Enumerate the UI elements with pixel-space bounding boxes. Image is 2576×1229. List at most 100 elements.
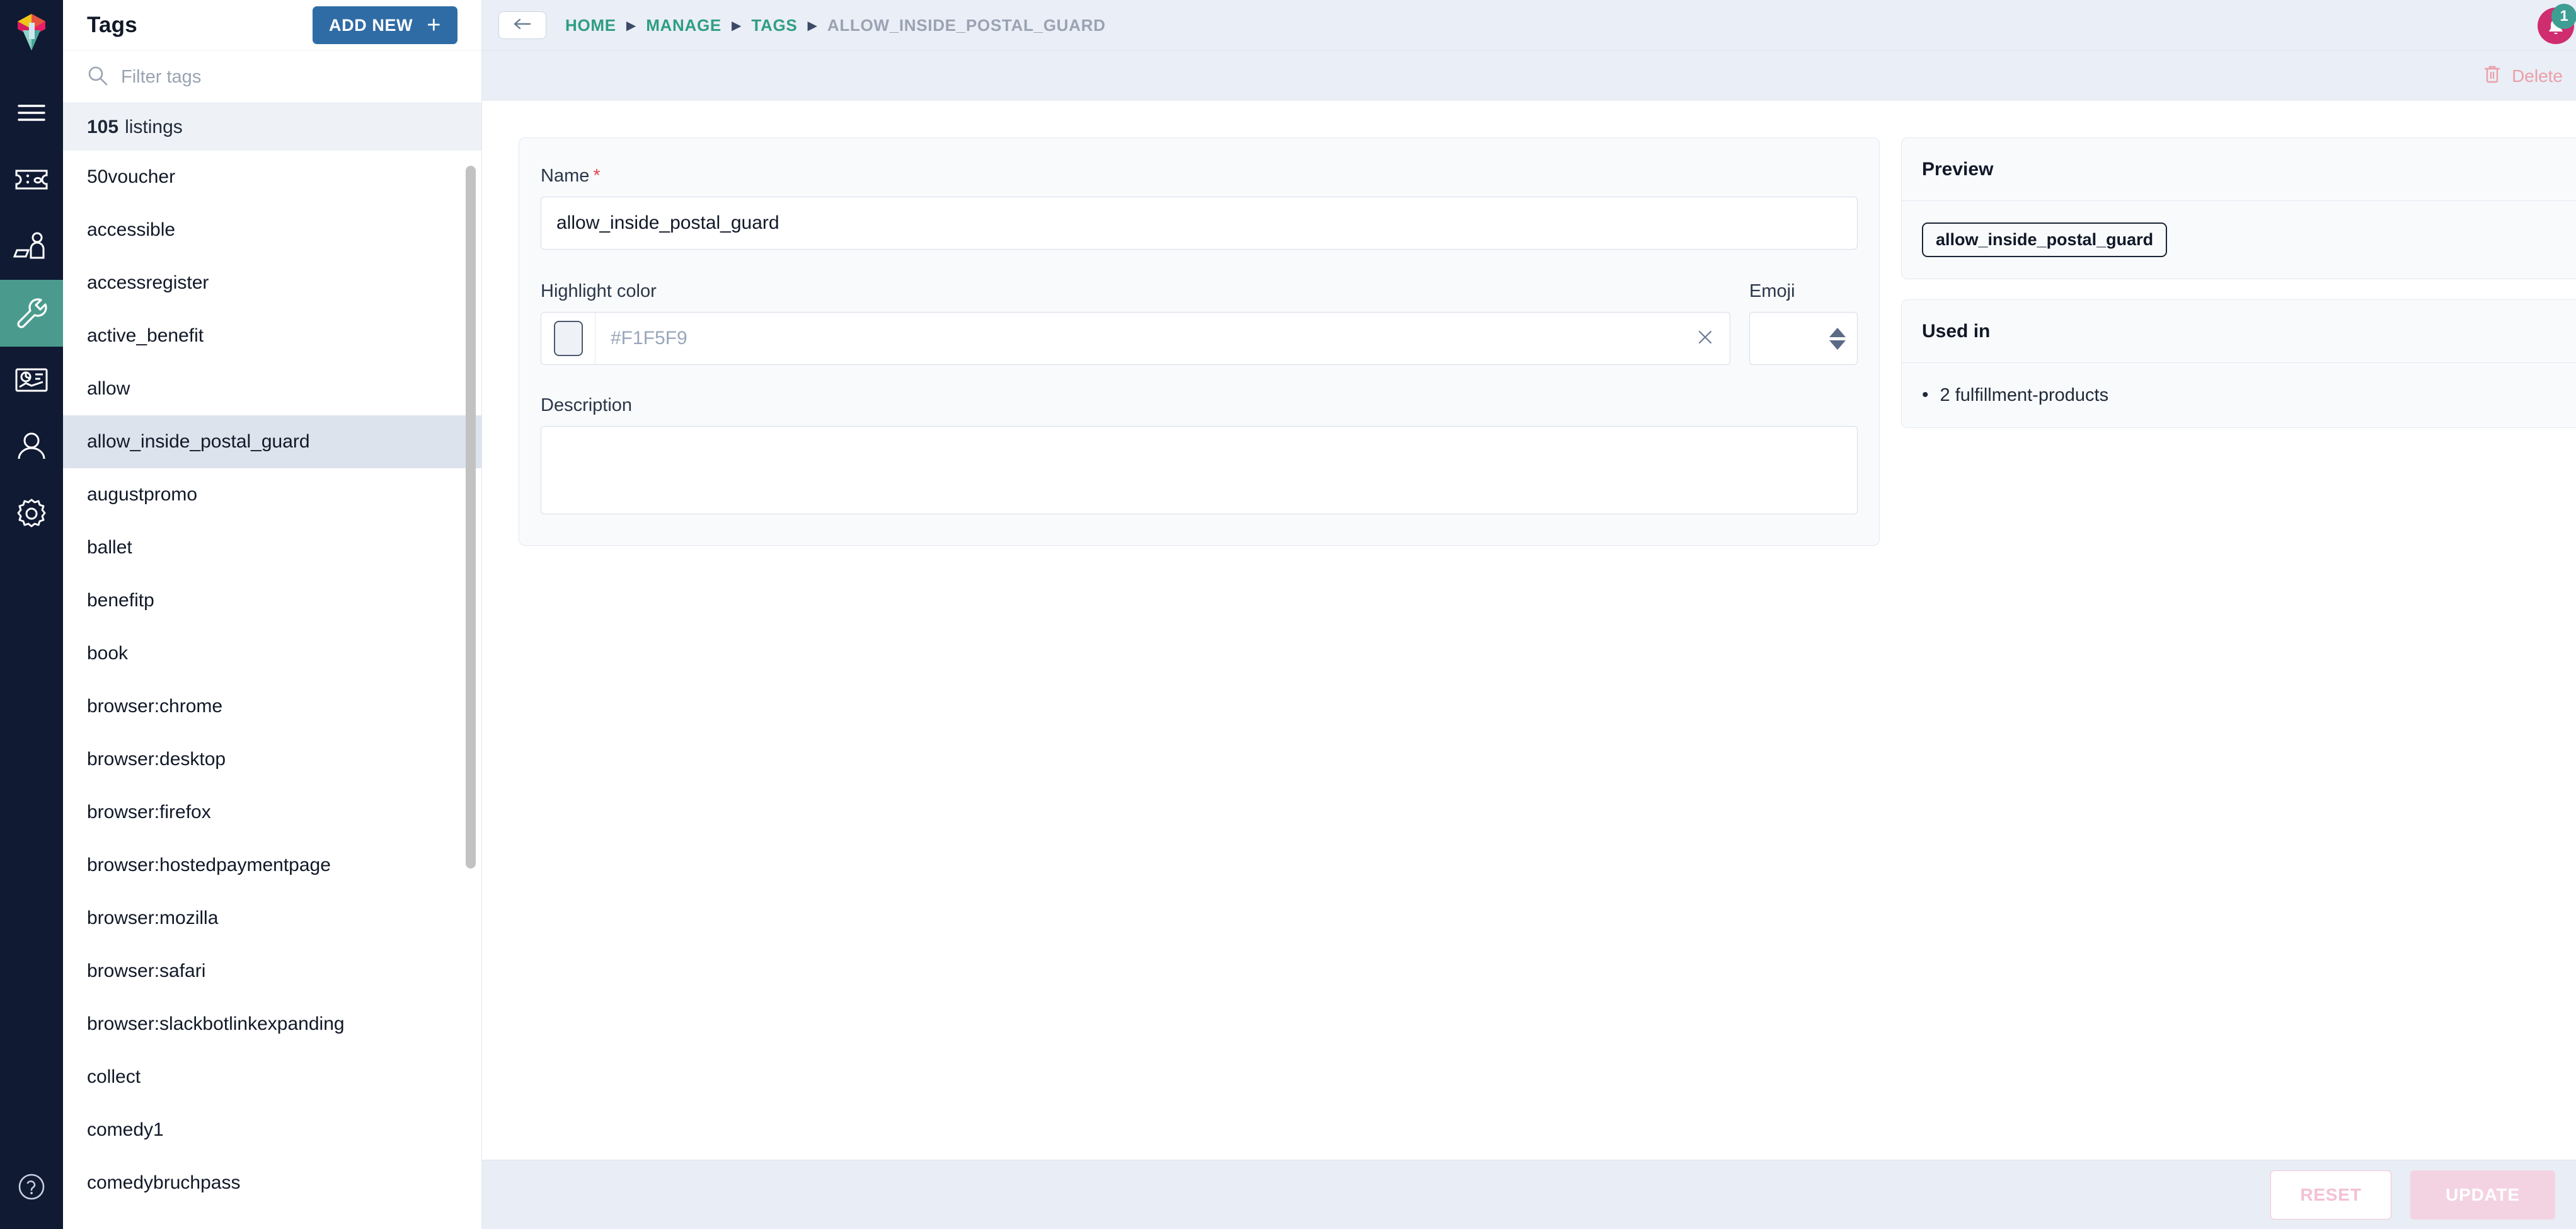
preview-card: Preview allow_inside_postal_guard: [1901, 137, 2576, 279]
emoji-stepper[interactable]: [1749, 312, 1858, 365]
trash-icon: [2483, 64, 2502, 88]
tag-list-item[interactable]: browser:chrome: [63, 680, 481, 733]
tag-list-item[interactable]: browser:desktop: [63, 733, 481, 786]
used-in-item: 2 fulfillment-products: [1922, 384, 2567, 406]
filter-bar: [63, 50, 481, 103]
tag-list-item[interactable]: benefitp: [63, 574, 481, 627]
breadcrumb-item-home[interactable]: HOME: [565, 16, 616, 35]
listings-word: listings: [125, 116, 183, 137]
record-action-bar: Delete: [482, 50, 2576, 101]
tag-panel-header: Tags ADD NEW +: [63, 0, 481, 50]
sidebar-item-settings[interactable]: [0, 480, 63, 547]
app-logo-icon[interactable]: [13, 11, 50, 53]
color-swatch-button[interactable]: [541, 313, 595, 364]
emoji-label: Emoji: [1749, 281, 1795, 301]
update-button[interactable]: UPDATE: [2410, 1170, 2555, 1220]
clear-color-button[interactable]: [1681, 313, 1730, 364]
description-textarea[interactable]: [541, 426, 1858, 514]
sidebar-item-manage[interactable]: [0, 280, 63, 347]
tag-list-item[interactable]: accessregister: [63, 257, 481, 309]
tag-list-item[interactable]: allow_inside_postal_guard: [63, 415, 481, 468]
filter-tags-input[interactable]: [121, 66, 457, 88]
tag-list-item[interactable]: augustpromo: [63, 468, 481, 521]
tag-list-item[interactable]: browser:firefox: [63, 786, 481, 839]
sidebar-item-tickets[interactable]: [0, 146, 63, 213]
scrollbar-thumb[interactable]: [466, 166, 476, 868]
color-swatch: [553, 321, 583, 356]
tag-list-item[interactable]: comedy1: [63, 1104, 481, 1157]
tag-list-item[interactable]: browser:safari: [63, 945, 481, 998]
breadcrumb-separator-icon: ▶: [731, 18, 742, 33]
name-label-text: Name: [541, 166, 590, 186]
delivery-person-icon: [13, 231, 50, 262]
used-in-body: 2 fulfillment-products: [1902, 363, 2576, 427]
tags-admin-page: Tags ADD NEW + 105 listings 50voucheracc…: [0, 0, 2576, 1229]
tag-form-card: Name* Highlight color: [519, 137, 1880, 546]
stepper-up-icon[interactable]: [1829, 327, 1846, 337]
close-icon: [1696, 328, 1715, 350]
tag-list-item[interactable]: browser:mozilla: [63, 892, 481, 945]
highlight-color-group: Highlight color: [541, 281, 1730, 365]
listings-count-row: 105 listings: [63, 103, 481, 151]
help-button[interactable]: [0, 1166, 63, 1210]
add-new-button[interactable]: ADD NEW +: [313, 6, 457, 44]
add-new-label: ADD NEW: [329, 15, 413, 35]
stepper-down-icon[interactable]: [1829, 340, 1846, 350]
breadcrumb-separator-icon: ▶: [807, 18, 817, 33]
search-icon: [87, 65, 108, 89]
reset-button[interactable]: RESET: [2270, 1170, 2391, 1220]
tag-list-item[interactable]: allow: [63, 362, 481, 415]
tag-list-scrollbar[interactable]: [466, 151, 476, 1229]
tag-list[interactable]: 50voucher accessible accessregister active_…: [63, 151, 481, 1229]
notification-badge: 1: [2551, 4, 2576, 29]
help-circle-icon: [16, 1171, 47, 1206]
page-title: Tags: [87, 13, 137, 37]
icon-rail: [0, 0, 63, 1229]
tag-list-item[interactable]: ballet: [63, 521, 481, 574]
preview-tag-chip: allow_inside_postal_guard: [1922, 222, 2168, 257]
wrench-icon: [13, 296, 50, 330]
tag-list-item[interactable]: browser:slackbotlinkexpanding: [63, 998, 481, 1051]
delete-label: Delete: [2512, 66, 2563, 86]
tag-list-item[interactable]: collect: [63, 1051, 481, 1104]
tag-list-item[interactable]: active_benefit: [63, 309, 481, 362]
form-action-bar: RESET UPDATE: [482, 1160, 2576, 1229]
user-icon: [16, 432, 47, 461]
arrow-left-icon: [512, 16, 533, 35]
plus-icon: +: [427, 12, 441, 38]
tag-list-item[interactable]: accessible: [63, 204, 481, 257]
gear-icon: [15, 497, 48, 530]
main-region: HOME ▶ MANAGE ▶ TAGS ▶ ALLOW_INSIDE_POSTAL_GUA…: [482, 0, 2576, 1229]
workspace: Name* Highlight color: [482, 101, 2576, 1229]
notifications-avatar-button[interactable]: 1: [2538, 4, 2576, 44]
used-in-card: Used in 2 fulfillment-products: [1901, 299, 2576, 428]
back-button[interactable]: [498, 11, 546, 39]
description-label: Description: [541, 395, 633, 415]
used-in-list: 2 fulfillment-products: [1922, 384, 2567, 406]
panels-row: Name* Highlight color: [482, 101, 2576, 546]
name-input[interactable]: [541, 197, 1858, 250]
listings-count: 105: [87, 116, 119, 137]
sidebar-item-customers[interactable]: [0, 413, 63, 480]
breadcrumb-item-tags[interactable]: TAGS: [751, 16, 797, 35]
sidebar-item-fulfillment[interactable]: [0, 213, 63, 280]
tag-list-item[interactable]: browser:hostedpaymentpage: [63, 839, 481, 892]
delete-button[interactable]: Delete: [2483, 64, 2563, 88]
tag-list-item[interactable]: 50voucher: [63, 151, 481, 204]
top-bar: HOME ▶ MANAGE ▶ TAGS ▶ ALLOW_INSIDE_POSTAL_GUA…: [482, 0, 2576, 50]
report-icon: [14, 366, 49, 394]
tag-list-panel: Tags ADD NEW + 105 listings 50voucheracc…: [63, 0, 482, 1229]
breadcrumb-item-manage[interactable]: MANAGE: [646, 16, 722, 35]
side-cards: Preview allow_inside_postal_guard Used i…: [1901, 137, 2576, 546]
color-emoji-row: Highlight color #F1F5F9 Emoji: [541, 281, 1858, 365]
highlight-color-input[interactable]: [595, 313, 1681, 364]
tag-list-item[interactable]: comedybruchpass: [63, 1157, 481, 1209]
sidebar-item-reports[interactable]: [0, 347, 63, 413]
sidebar-item-menu[interactable]: [0, 79, 63, 146]
breadcrumb-separator-icon: ▶: [626, 18, 636, 33]
tag-list-item[interactable]: book: [63, 627, 481, 680]
stepper-arrows-icon[interactable]: [1829, 327, 1846, 350]
description-group: Description: [541, 395, 1858, 517]
preview-heading: Preview: [1902, 138, 2576, 201]
name-label: Name *: [541, 166, 1858, 187]
